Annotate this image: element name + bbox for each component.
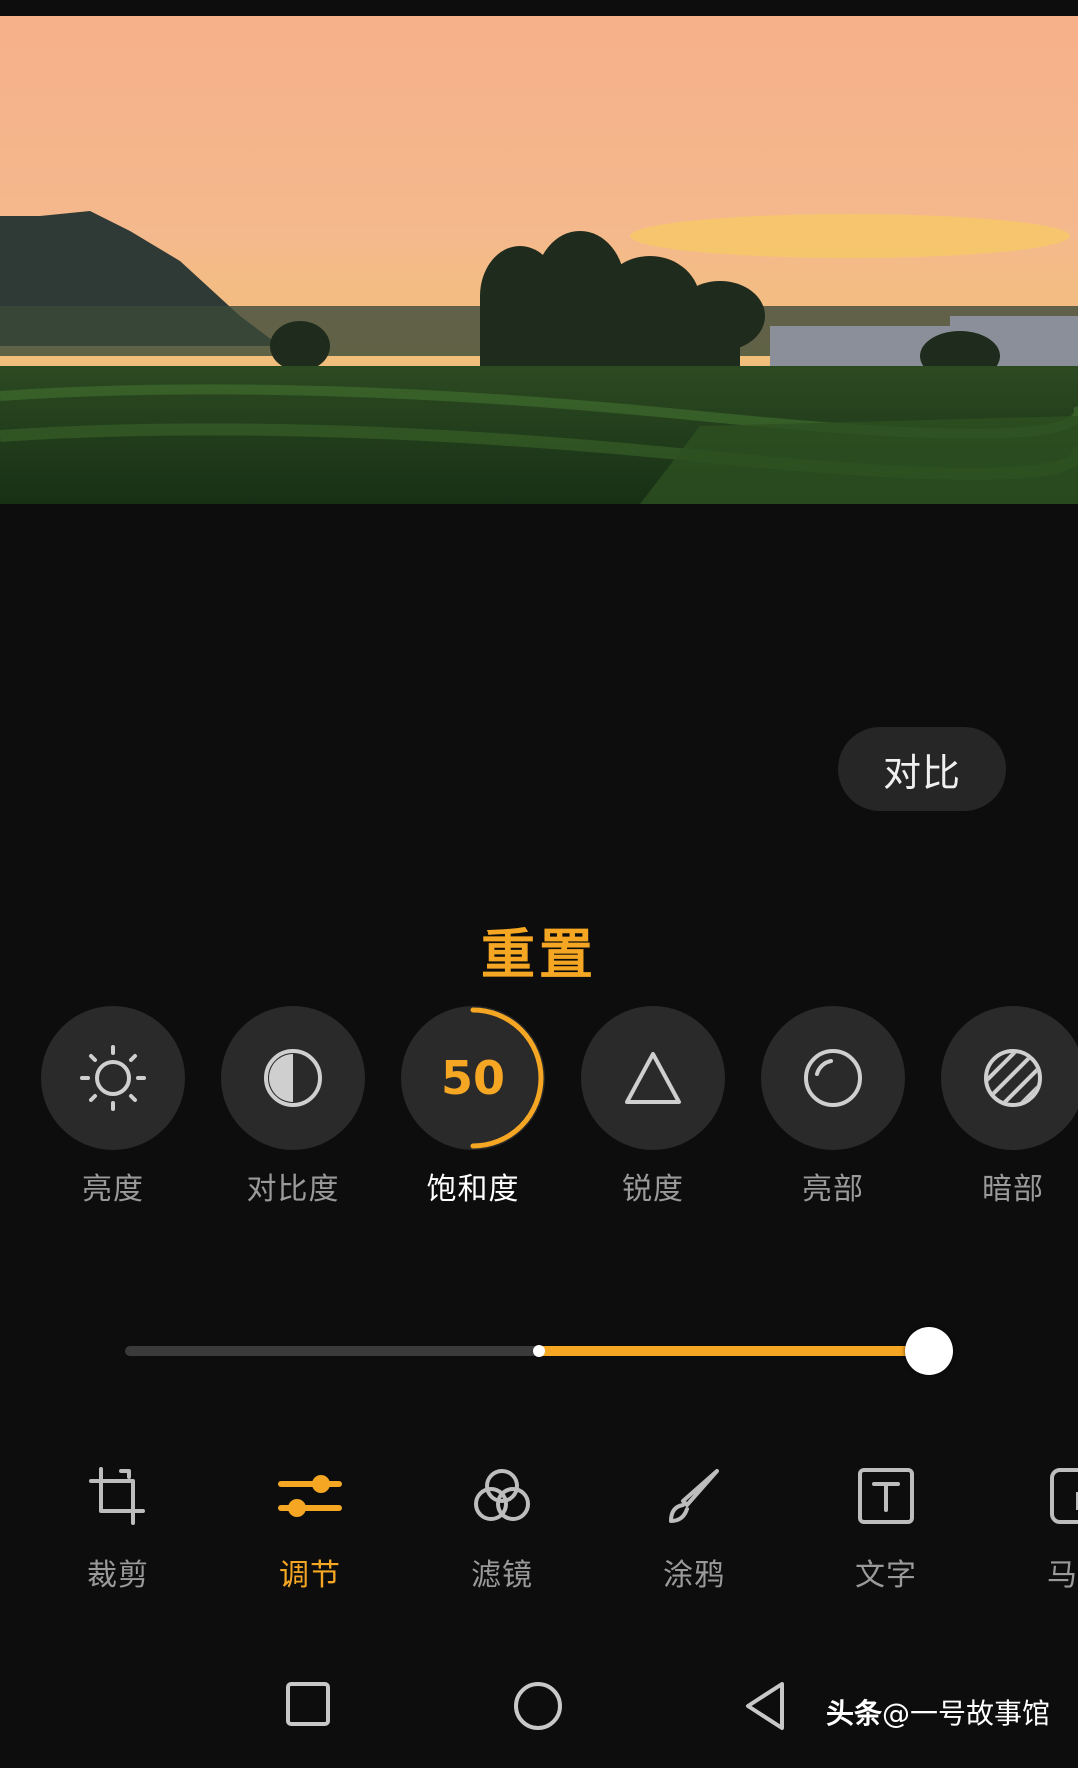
nav-label: 调节	[279, 1558, 341, 1593]
watermark-handle: @一号故事馆	[882, 1697, 1051, 1730]
nav-label: 滤镜	[471, 1558, 533, 1593]
tool-sharpness[interactable]: 锐度	[563, 1006, 743, 1208]
watermark: 头条@一号故事馆	[826, 1692, 1050, 1732]
home-icon[interactable]	[512, 1680, 564, 1732]
recent-apps-icon[interactable]	[284, 1680, 332, 1728]
saturation-value: 50	[440, 1051, 505, 1105]
highlights-icon	[804, 1049, 862, 1107]
nav-text[interactable]: 文字	[811, 1460, 961, 1594]
reset-button[interactable]: 重置	[0, 910, 1078, 989]
tool-brightness[interactable]: 亮度	[23, 1006, 203, 1208]
nav-adjust[interactable]: 调节	[235, 1460, 385, 1594]
slider-center-marker	[533, 1345, 545, 1357]
adjust-tools-row: 亮度 对比度 50 饱和度 锐度 亮部 暗部	[0, 1006, 1078, 1208]
shadows-icon	[984, 1049, 1042, 1107]
tool-contrast[interactable]: 对比度	[203, 1006, 383, 1208]
tool-label: 对比度	[246, 1172, 340, 1207]
crop-icon	[89, 1467, 145, 1525]
saturation-slider[interactable]	[125, 1320, 953, 1380]
tool-label: 亮部	[802, 1172, 864, 1207]
mosaic-icon	[1050, 1468, 1078, 1524]
photo-preview	[0, 16, 1078, 504]
filter-icon	[474, 1469, 530, 1521]
nav-mosaic[interactable]: 马赛	[1003, 1460, 1078, 1594]
nav-label: 马赛	[1047, 1558, 1078, 1593]
compare-button[interactable]: 对比	[838, 727, 1006, 811]
adjust-icon	[278, 1475, 342, 1517]
sun-icon	[80, 1045, 146, 1111]
contrast-icon	[264, 1049, 322, 1107]
text-icon	[858, 1468, 914, 1524]
nav-crop[interactable]: 裁剪	[43, 1460, 193, 1594]
tool-label: 暗部	[982, 1172, 1044, 1207]
nav-label: 涂鸦	[663, 1558, 725, 1593]
nav-filter[interactable]: 滤镜	[427, 1460, 577, 1594]
triangle-icon	[625, 1052, 681, 1104]
tool-label: 饱和度	[426, 1172, 520, 1207]
edit-toolbar: 裁剪 调节 滤镜 涂鸦 文字 马	[0, 1460, 1078, 1610]
nav-label: 文字	[855, 1558, 917, 1593]
slider-fill	[539, 1346, 953, 1356]
tool-shadows[interactable]: 暗部	[923, 1006, 1078, 1208]
nav-label: 裁剪	[87, 1558, 149, 1593]
back-icon[interactable]	[742, 1680, 790, 1732]
tool-label: 亮度	[82, 1172, 144, 1207]
nav-doodle[interactable]: 涂鸦	[619, 1460, 769, 1594]
slider-thumb[interactable]	[905, 1327, 953, 1375]
tool-label: 锐度	[622, 1172, 684, 1207]
tool-highlights[interactable]: 亮部	[743, 1006, 923, 1208]
watermark-brand: 头条	[826, 1697, 883, 1730]
brush-icon	[669, 1469, 719, 1523]
tool-saturation[interactable]: 50 饱和度	[383, 1006, 563, 1208]
